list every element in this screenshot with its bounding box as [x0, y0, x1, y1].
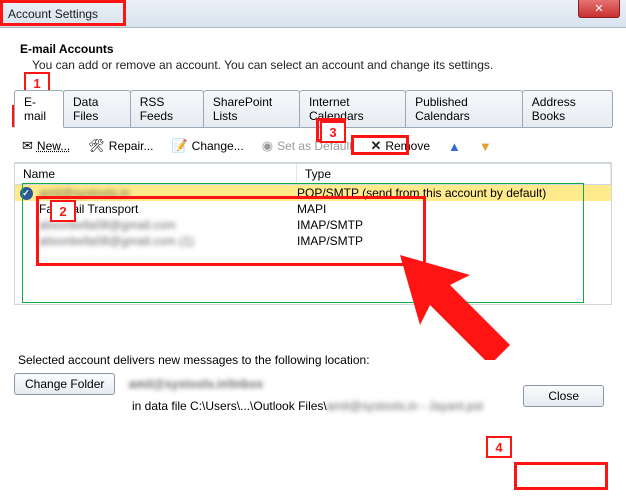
- account-name: alisonbella08@gmail.com (1): [39, 234, 194, 248]
- tab-address-books[interactable]: Address Books: [522, 90, 613, 127]
- delivery-folder-path: amit@systools.in\Inbox: [129, 377, 263, 391]
- tab-sharepoint-lists[interactable]: SharePoint Lists: [203, 90, 300, 127]
- close-button[interactable]: Close: [523, 385, 604, 407]
- remove-icon: ✕: [370, 138, 381, 154]
- move-down-button[interactable]: ▼: [475, 137, 496, 156]
- tab-rss-feeds[interactable]: RSS Feeds: [130, 90, 204, 127]
- annotation-box: [514, 462, 608, 490]
- repair-icon: 🛠: [88, 138, 105, 154]
- account-list[interactable]: ✓ amit@systools.in POP/SMTP (send from t…: [14, 185, 612, 305]
- account-row[interactable]: ✓ amit@systools.in POP/SMTP (send from t…: [15, 185, 611, 201]
- toolbar: ✉ New... 🛠 Repair... 📝 Change... ◉ Set a…: [14, 130, 612, 163]
- window-title: Account Settings: [8, 7, 98, 21]
- set-default-icon: ◉: [262, 138, 273, 154]
- account-name: alisonbella08@gmail.com: [39, 218, 176, 232]
- account-type: MAPI: [297, 202, 611, 216]
- delivery-caption: Selected account delivers new messages t…: [18, 353, 612, 367]
- new-icon: ✉: [22, 138, 33, 154]
- dialog-content: E-mail Accounts You can add or remove an…: [0, 28, 626, 423]
- column-type[interactable]: Type: [297, 164, 611, 184]
- tab-data-files[interactable]: Data Files: [63, 90, 131, 127]
- account-row[interactable]: alisonbella08@gmail.com (1) IMAP/SMTP: [15, 233, 611, 249]
- tab-published-calendars[interactable]: Published Calendars: [405, 90, 523, 127]
- title-bar: Account Settings ✕: [0, 0, 626, 28]
- account-name: amit@systools.in: [39, 186, 130, 200]
- data-file-name: amit@systools.in - Jayant.pst: [327, 399, 483, 413]
- section-heading: E-mail Accounts: [20, 42, 612, 56]
- change-icon: 📝: [171, 138, 187, 154]
- column-name[interactable]: Name: [15, 164, 297, 184]
- account-type: IMAP/SMTP: [297, 218, 611, 232]
- new-button[interactable]: ✉ New...: [18, 136, 74, 156]
- tab-strip: E-mail Data Files RSS Feeds SharePoint L…: [14, 90, 612, 128]
- account-type: IMAP/SMTP: [297, 234, 611, 248]
- move-up-button[interactable]: ▲: [444, 137, 465, 156]
- account-type: POP/SMTP (send from this account by defa…: [297, 186, 611, 200]
- account-row[interactable]: Fax Mail Transport MAPI: [15, 201, 611, 217]
- arrow-down-icon: ▼: [479, 139, 492, 154]
- default-account-icon: ✓: [20, 187, 33, 200]
- section-subheading: You can add or remove an account. You ca…: [32, 58, 612, 72]
- account-list-header: Name Type: [14, 163, 612, 185]
- repair-button[interactable]: 🛠 Repair...: [84, 136, 157, 156]
- data-file-prefix: in data file C:\Users\...\Outlook Files\: [132, 399, 327, 413]
- annotation-number-4: 4: [486, 436, 512, 458]
- change-button[interactable]: 📝 Change...: [167, 136, 247, 156]
- arrow-up-icon: ▲: [448, 139, 461, 154]
- change-folder-button[interactable]: Change Folder: [14, 373, 115, 395]
- set-default-button[interactable]: ◉ Set as Default: [258, 136, 357, 156]
- account-row[interactable]: alisonbella08@gmail.com IMAP/SMTP: [15, 217, 611, 233]
- window-close-button[interactable]: ✕: [578, 0, 620, 18]
- tab-email[interactable]: E-mail: [14, 90, 64, 128]
- close-icon: ✕: [594, 2, 603, 15]
- remove-button[interactable]: ✕ Remove: [366, 136, 434, 156]
- tab-internet-calendars[interactable]: Internet Calendars: [299, 90, 406, 127]
- account-name: Fax Mail Transport: [37, 202, 297, 216]
